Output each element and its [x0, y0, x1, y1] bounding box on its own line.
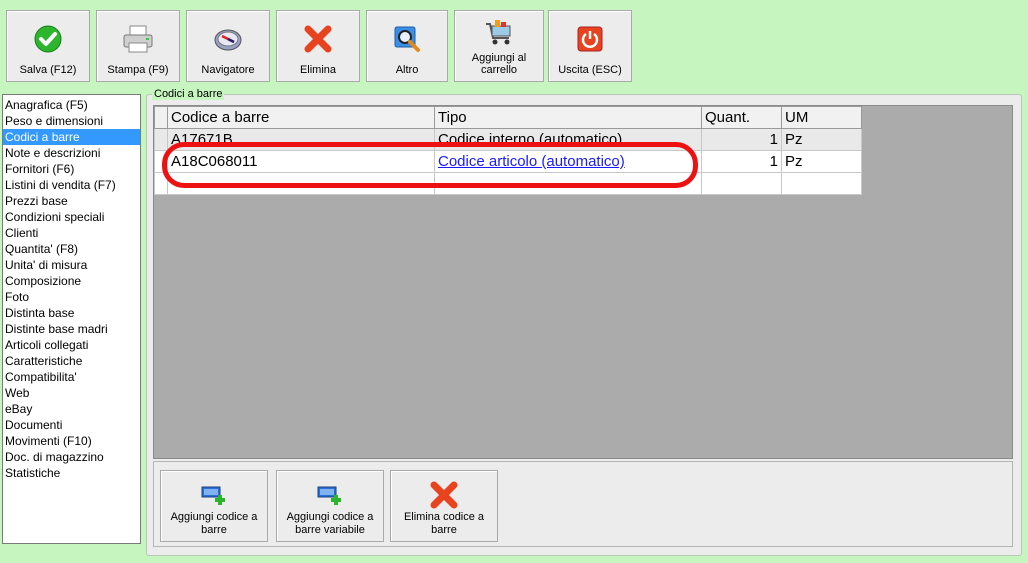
save-button-label: Salva (F12) — [19, 64, 77, 76]
sidebar-item-peso-dimensioni[interactable]: Peso e dimensioni — [3, 113, 140, 129]
cell-type[interactable]: Codice articolo (automatico) — [434, 150, 702, 173]
add-variable-barcode-button-label: Aggiungi codice a barre variabile — [286, 511, 374, 536]
column-header-qty[interactable]: Quant. — [701, 106, 782, 129]
add-barcode-button-label: Aggiungi codice a barre — [170, 511, 258, 536]
add-to-cart-button[interactable]: Aggiungi al carrello — [454, 10, 544, 82]
cell-um[interactable]: Pz — [781, 150, 862, 173]
other-button-label: Altro — [395, 64, 419, 76]
cell-um[interactable]: Pz — [781, 128, 862, 151]
barcodes-table: Codice a barre Tipo Quant. UM A17671B Co… — [154, 106, 862, 195]
barcodes-group: Codici a barre Codice a barre Tipo Quant… — [146, 88, 1022, 556]
cell-qty-empty[interactable] — [701, 172, 782, 195]
sidebar-item-statistiche[interactable]: Statistiche — [3, 465, 140, 481]
sidebar-item-unita-misura[interactable]: Unita' di misura — [3, 257, 140, 273]
cell-qty[interactable]: 1 — [701, 128, 782, 151]
delete-x-icon — [428, 479, 460, 511]
table-row-empty[interactable] — [154, 172, 862, 195]
table-row[interactable]: A17671B Codice interno (automatico) 1 Pz — [154, 128, 862, 151]
sidebar-item-composizione[interactable]: Composizione — [3, 273, 140, 289]
table-row[interactable]: A18C068011 Codice articolo (automatico) … — [154, 150, 862, 173]
cell-type-empty[interactable] — [434, 172, 702, 195]
row-indicator[interactable] — [154, 172, 168, 195]
toolbar: Salva (F12) Stampa (F9) Navigatore Elimi… — [0, 0, 1028, 90]
print-button[interactable]: Stampa (F9) — [96, 10, 180, 82]
sidebar-item-articoli-collegati[interactable]: Articoli collegati — [3, 337, 140, 353]
barcode-actions-bar: Aggiungi codice a barre Aggiungi codice … — [153, 461, 1013, 547]
print-button-label: Stampa (F9) — [107, 64, 169, 76]
cell-um-empty[interactable] — [781, 172, 862, 195]
sidebar-item-listini-vendita[interactable]: Listini di vendita (F7) — [3, 177, 140, 193]
check-icon — [32, 23, 64, 55]
cell-qty[interactable]: 1 — [701, 150, 782, 173]
other-button[interactable]: Altro — [366, 10, 448, 82]
add-barcode-icon — [198, 479, 230, 511]
navigator-button-label: Navigatore — [201, 64, 255, 76]
add-variable-barcode-icon — [314, 479, 346, 511]
sidebar-item-fornitori[interactable]: Fornitori (F6) — [3, 161, 140, 177]
sidebar-item-distinta-base[interactable]: Distinta base — [3, 305, 140, 321]
sidebar-item-web[interactable]: Web — [3, 385, 140, 401]
table-header-row: Codice a barre Tipo Quant. UM — [154, 106, 862, 129]
delete-barcode-button-label: Elimina codice a barre — [403, 511, 485, 536]
magnifier-icon — [391, 23, 423, 55]
save-button[interactable]: Salva (F12) — [6, 10, 90, 82]
sidebar-item-ebay[interactable]: eBay — [3, 401, 140, 417]
cell-type[interactable]: Codice interno (automatico) — [434, 128, 702, 151]
sidebar-item-quantita[interactable]: Quantita' (F8) — [3, 241, 140, 257]
add-variable-barcode-button[interactable]: Aggiungi codice a barre variabile — [276, 470, 384, 542]
column-header-code[interactable]: Codice a barre — [167, 106, 435, 129]
cell-code-empty[interactable] — [167, 172, 435, 195]
sidebar-item-anagrafica[interactable]: Anagrafica (F5) — [3, 97, 140, 113]
cell-code[interactable]: A18C068011 — [167, 150, 435, 173]
sidebar-item-movimenti[interactable]: Movimenti (F10) — [3, 433, 140, 449]
sidebar-item-codici-a-barre[interactable]: Codici a barre — [3, 129, 140, 145]
power-icon — [574, 23, 606, 55]
column-header-um[interactable]: UM — [781, 106, 862, 129]
cart-icon — [483, 17, 515, 49]
column-header-type[interactable]: Tipo — [434, 106, 702, 129]
sidebar-item-clienti[interactable]: Clienti — [3, 225, 140, 241]
sidebar-item-doc-magazzino[interactable]: Doc. di magazzino — [3, 449, 140, 465]
sidebar-item-foto[interactable]: Foto — [3, 289, 140, 305]
sidebar-item-caratteristiche[interactable]: Caratteristiche — [3, 353, 140, 369]
compass-icon — [212, 23, 244, 55]
sidebar: Anagrafica (F5) Peso e dimensioni Codici… — [2, 94, 141, 544]
sidebar-item-note-descrizioni[interactable]: Note e descrizioni — [3, 145, 140, 161]
sidebar-item-condizioni-speciali[interactable]: Condizioni speciali — [3, 209, 140, 225]
row-indicator-header — [154, 106, 168, 129]
barcodes-grid: Codice a barre Tipo Quant. UM A17671B Co… — [153, 105, 1013, 459]
sidebar-item-documenti[interactable]: Documenti — [3, 417, 140, 433]
add-barcode-button[interactable]: Aggiungi codice a barre — [160, 470, 268, 542]
row-indicator[interactable] — [154, 128, 168, 151]
delete-button[interactable]: Elimina — [276, 10, 360, 82]
sidebar-item-prezzi-base[interactable]: Prezzi base — [3, 193, 140, 209]
group-title: Codici a barre — [152, 88, 225, 100]
cell-type-link[interactable]: Codice articolo (automatico) — [438, 153, 625, 170]
sidebar-item-distinte-base-madri[interactable]: Distinte base madri — [3, 321, 140, 337]
exit-button[interactable]: Uscita (ESC) — [548, 10, 632, 82]
delete-barcode-button[interactable]: Elimina codice a barre — [390, 470, 498, 542]
exit-button-label: Uscita (ESC) — [558, 64, 622, 76]
cell-code[interactable]: A17671B — [167, 128, 435, 151]
navigator-button[interactable]: Navigatore — [186, 10, 270, 82]
add-to-cart-button-label: Aggiungi al carrello — [471, 52, 527, 76]
row-indicator[interactable] — [154, 150, 168, 173]
delete-button-label: Elimina — [299, 64, 337, 76]
delete-x-icon — [302, 23, 334, 55]
printer-icon — [122, 23, 154, 55]
sidebar-item-compatibilita[interactable]: Compatibilita' — [3, 369, 140, 385]
